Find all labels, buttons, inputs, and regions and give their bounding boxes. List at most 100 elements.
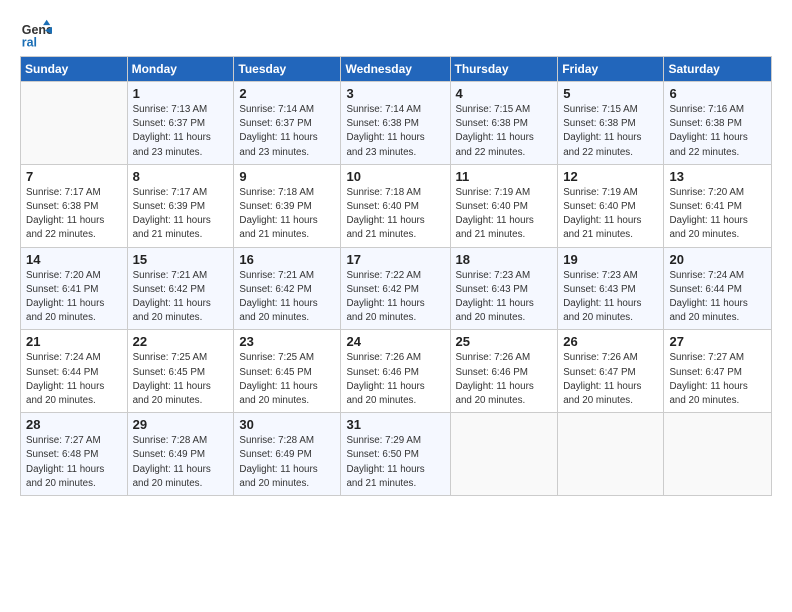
- day-number: 20: [669, 252, 766, 267]
- week-row-5: 28 Sunrise: 7:27 AM Sunset: 6:48 PM Dayli…: [21, 413, 772, 496]
- calendar-cell: 18 Sunrise: 7:23 AM Sunset: 6:43 PM Dayli…: [450, 247, 558, 330]
- calendar-cell: 28 Sunrise: 7:27 AM Sunset: 6:48 PM Dayli…: [21, 413, 128, 496]
- day-info: Sunrise: 7:26 AM Sunset: 6:46 PM Dayligh…: [346, 351, 444, 408]
- day-info: Sunrise: 7:20 AM Sunset: 6:41 PM Dayligh…: [669, 186, 766, 243]
- day-info: Sunrise: 7:15 AM Sunset: 6:38 PM Dayligh…: [456, 103, 553, 160]
- calendar-cell: 13 Sunrise: 7:20 AM Sunset: 6:41 PM Dayli…: [664, 164, 772, 247]
- day-info: Sunrise: 7:15 AM Sunset: 6:38 PM Dayligh…: [563, 103, 658, 160]
- day-number: 23: [239, 334, 335, 349]
- logo: Gene ral: [20, 18, 56, 50]
- day-number: 15: [133, 252, 229, 267]
- calendar-cell: 20 Sunrise: 7:24 AM Sunset: 6:44 PM Dayli…: [664, 247, 772, 330]
- day-info: Sunrise: 7:14 AM Sunset: 6:37 PM Dayligh…: [239, 103, 335, 160]
- day-number: 22: [133, 334, 229, 349]
- day-info: Sunrise: 7:26 AM Sunset: 6:46 PM Dayligh…: [456, 351, 553, 408]
- day-info: Sunrise: 7:14 AM Sunset: 6:38 PM Dayligh…: [346, 103, 444, 160]
- calendar-cell: [558, 413, 664, 496]
- calendar-cell: 12 Sunrise: 7:19 AM Sunset: 6:40 PM Dayli…: [558, 164, 664, 247]
- day-number: 17: [346, 252, 444, 267]
- day-info: Sunrise: 7:17 AM Sunset: 6:39 PM Dayligh…: [133, 186, 229, 243]
- day-info: Sunrise: 7:25 AM Sunset: 6:45 PM Dayligh…: [239, 351, 335, 408]
- day-number: 6: [669, 86, 766, 101]
- calendar-cell: 21 Sunrise: 7:24 AM Sunset: 6:44 PM Dayli…: [21, 330, 128, 413]
- day-number: 18: [456, 252, 553, 267]
- calendar-cell: 30 Sunrise: 7:28 AM Sunset: 6:49 PM Dayli…: [234, 413, 341, 496]
- col-header-monday: Monday: [127, 57, 234, 82]
- day-number: 11: [456, 169, 553, 184]
- day-number: 10: [346, 169, 444, 184]
- day-number: 7: [26, 169, 122, 184]
- day-number: 3: [346, 86, 444, 101]
- calendar-cell: 27 Sunrise: 7:27 AM Sunset: 6:47 PM Dayli…: [664, 330, 772, 413]
- col-header-saturday: Saturday: [664, 57, 772, 82]
- day-info: Sunrise: 7:29 AM Sunset: 6:50 PM Dayligh…: [346, 434, 444, 491]
- day-number: 31: [346, 417, 444, 432]
- day-info: Sunrise: 7:20 AM Sunset: 6:41 PM Dayligh…: [26, 269, 122, 326]
- calendar-table: SundayMondayTuesdayWednesdayThursdayFrid…: [20, 56, 772, 496]
- week-row-1: 1 Sunrise: 7:13 AM Sunset: 6:37 PM Daylig…: [21, 82, 772, 165]
- week-row-2: 7 Sunrise: 7:17 AM Sunset: 6:38 PM Daylig…: [21, 164, 772, 247]
- calendar-cell: 25 Sunrise: 7:26 AM Sunset: 6:46 PM Dayli…: [450, 330, 558, 413]
- calendar-cell: 10 Sunrise: 7:18 AM Sunset: 6:40 PM Dayli…: [341, 164, 450, 247]
- calendar-cell: [450, 413, 558, 496]
- calendar-cell: 26 Sunrise: 7:26 AM Sunset: 6:47 PM Dayli…: [558, 330, 664, 413]
- calendar-cell: 2 Sunrise: 7:14 AM Sunset: 6:37 PM Daylig…: [234, 82, 341, 165]
- day-number: 4: [456, 86, 553, 101]
- day-info: Sunrise: 7:28 AM Sunset: 6:49 PM Dayligh…: [239, 434, 335, 491]
- calendar-cell: 29Sunrise: 7:28 AM Sunset: 6:49 PM Dayli…: [127, 413, 234, 496]
- calendar-cell: 3 Sunrise: 7:14 AM Sunset: 6:38 PM Daylig…: [341, 82, 450, 165]
- calendar-cell: 8 Sunrise: 7:17 AM Sunset: 6:39 PM Daylig…: [127, 164, 234, 247]
- day-info: Sunrise: 7:27 AM Sunset: 6:47 PM Dayligh…: [669, 351, 766, 408]
- calendar-cell: 11Sunrise: 7:19 AM Sunset: 6:40 PM Dayli…: [450, 164, 558, 247]
- day-number: 14: [26, 252, 122, 267]
- day-info: Sunrise: 7:24 AM Sunset: 6:44 PM Dayligh…: [669, 269, 766, 326]
- day-number: 27: [669, 334, 766, 349]
- day-number: 21: [26, 334, 122, 349]
- day-info: Sunrise: 7:21 AM Sunset: 6:42 PM Dayligh…: [239, 269, 335, 326]
- day-info: Sunrise: 7:17 AM Sunset: 6:38 PM Dayligh…: [26, 186, 122, 243]
- day-number: 12: [563, 169, 658, 184]
- day-number: 30: [239, 417, 335, 432]
- day-number: 1: [133, 86, 229, 101]
- day-info: Sunrise: 7:27 AM Sunset: 6:48 PM Dayligh…: [26, 434, 122, 491]
- calendar-cell: 7 Sunrise: 7:17 AM Sunset: 6:38 PM Daylig…: [21, 164, 128, 247]
- day-info: Sunrise: 7:23 AM Sunset: 6:43 PM Dayligh…: [456, 269, 553, 326]
- day-number: 25: [456, 334, 553, 349]
- day-number: 8: [133, 169, 229, 184]
- day-info: Sunrise: 7:13 AM Sunset: 6:37 PM Dayligh…: [133, 103, 229, 160]
- calendar-cell: 15 Sunrise: 7:21 AM Sunset: 6:42 PM Dayli…: [127, 247, 234, 330]
- col-header-thursday: Thursday: [450, 57, 558, 82]
- calendar-cell: 1 Sunrise: 7:13 AM Sunset: 6:37 PM Daylig…: [127, 82, 234, 165]
- calendar-cell: [664, 413, 772, 496]
- calendar-cell: 31 Sunrise: 7:29 AM Sunset: 6:50 PM Dayli…: [341, 413, 450, 496]
- day-info: Sunrise: 7:21 AM Sunset: 6:42 PM Dayligh…: [133, 269, 229, 326]
- day-number: 28: [26, 417, 122, 432]
- calendar-page: Gene ral SundayMondayTuesdayWednesdayThu…: [0, 0, 792, 612]
- day-number: 19: [563, 252, 658, 267]
- logo-icon: Gene ral: [20, 18, 52, 50]
- day-info: Sunrise: 7:16 AM Sunset: 6:38 PM Dayligh…: [669, 103, 766, 160]
- header-row-days: SundayMondayTuesdayWednesdayThursdayFrid…: [21, 57, 772, 82]
- calendar-cell: 6 Sunrise: 7:16 AM Sunset: 6:38 PM Daylig…: [664, 82, 772, 165]
- calendar-cell: 5 Sunrise: 7:15 AM Sunset: 6:38 PM Daylig…: [558, 82, 664, 165]
- calendar-cell: 14 Sunrise: 7:20 AM Sunset: 6:41 PM Dayli…: [21, 247, 128, 330]
- day-number: 2: [239, 86, 335, 101]
- week-row-3: 14 Sunrise: 7:20 AM Sunset: 6:41 PM Dayli…: [21, 247, 772, 330]
- col-header-wednesday: Wednesday: [341, 57, 450, 82]
- week-row-4: 21 Sunrise: 7:24 AM Sunset: 6:44 PM Dayli…: [21, 330, 772, 413]
- day-number: 9: [239, 169, 335, 184]
- day-number: 26: [563, 334, 658, 349]
- day-info: Sunrise: 7:22 AM Sunset: 6:42 PM Dayligh…: [346, 269, 444, 326]
- day-info: Sunrise: 7:19 AM Sunset: 6:40 PM Dayligh…: [563, 186, 658, 243]
- day-info: Sunrise: 7:18 AM Sunset: 6:40 PM Dayligh…: [346, 186, 444, 243]
- day-number: 13: [669, 169, 766, 184]
- header-row: Gene ral: [20, 18, 772, 50]
- calendar-cell: 4 Sunrise: 7:15 AM Sunset: 6:38 PM Daylig…: [450, 82, 558, 165]
- day-number: 5: [563, 86, 658, 101]
- day-info: Sunrise: 7:26 AM Sunset: 6:47 PM Dayligh…: [563, 351, 658, 408]
- day-number: 24: [346, 334, 444, 349]
- day-info: Sunrise: 7:18 AM Sunset: 6:39 PM Dayligh…: [239, 186, 335, 243]
- day-info: Sunrise: 7:24 AM Sunset: 6:44 PM Dayligh…: [26, 351, 122, 408]
- day-number: 16: [239, 252, 335, 267]
- col-header-friday: Friday: [558, 57, 664, 82]
